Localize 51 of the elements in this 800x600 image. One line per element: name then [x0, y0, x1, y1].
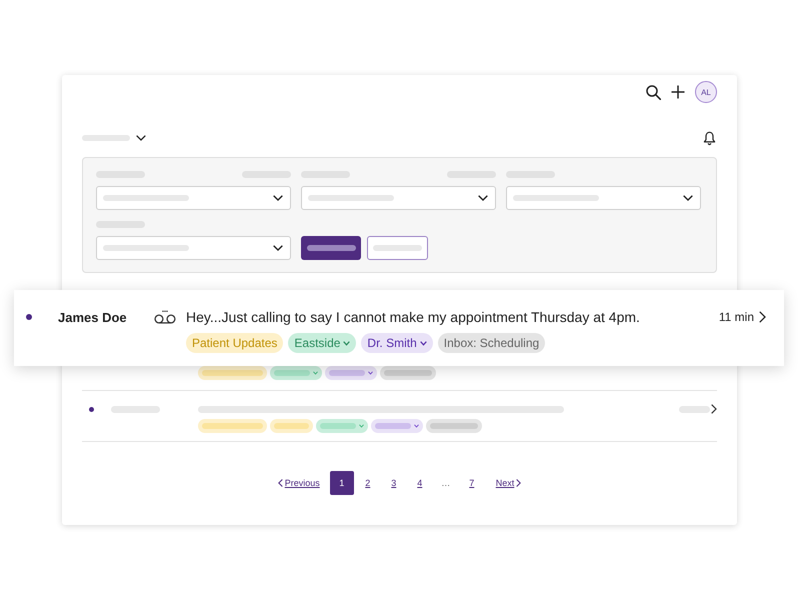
chevron-down-icon: [359, 424, 364, 428]
chevron-right-icon[interactable]: [711, 404, 717, 414]
skeleton-line: [679, 406, 710, 412]
message-tag: Patient Updates: [186, 333, 284, 353]
skeleton-line: [274, 423, 309, 429]
search-icon[interactable]: [646, 84, 661, 100]
chevron-down-icon: [313, 371, 318, 375]
chevron-down-icon: [414, 424, 419, 428]
skeleton-line: [375, 423, 411, 429]
chevron-down-icon: [420, 340, 427, 346]
dropdown-field[interactable]: [96, 236, 291, 260]
filled-button[interactable]: [301, 236, 361, 260]
message-tag: Inbox: Scheduling: [438, 333, 546, 353]
page-ellipsis: …: [440, 477, 452, 490]
message-preview: Hey...Just calling to say I cannot make my appointment Thursday at 4pm.: [186, 308, 640, 327]
skeleton-line: [320, 423, 356, 429]
page-button[interactable]: 7: [460, 471, 484, 495]
skeleton-line: [274, 370, 310, 376]
skeleton-line: [329, 370, 365, 376]
plus-icon[interactable]: [671, 85, 685, 99]
skeleton-line: [384, 370, 432, 376]
page-button[interactable]: 2: [356, 471, 380, 495]
voicemail-icon: [154, 310, 176, 324]
skeleton-line: [202, 423, 263, 429]
chevron-right-icon: [516, 479, 522, 487]
dropdown-field[interactable]: [96, 186, 291, 210]
page-button[interactable]: 4: [408, 471, 432, 495]
skeleton-line: [202, 370, 263, 376]
chevron-down-icon: [343, 340, 350, 346]
tag-dropdown[interactable]: Dr. Smith: [361, 333, 433, 353]
chevron-down-icon[interactable]: [136, 135, 146, 141]
bell-icon[interactable]: [703, 130, 716, 146]
next-link[interactable]: Next: [496, 478, 522, 488]
chevron-down-icon: [273, 195, 283, 201]
user-avatar[interactable]: AL: [695, 81, 717, 103]
dropdown-field[interactable]: [301, 186, 496, 210]
chevron-down-icon: [478, 195, 488, 201]
page-button[interactable]: 1: [330, 471, 354, 495]
chevron-right-icon[interactable]: [759, 311, 766, 323]
chevron-down-icon: [683, 195, 693, 201]
page-button[interactable]: 3: [382, 471, 406, 495]
chevron-down-icon: [368, 371, 373, 375]
outlined-button[interactable]: [367, 236, 428, 260]
dropdown-field[interactable]: [506, 186, 701, 210]
chevron-left-icon: [278, 479, 283, 487]
chevron-down-icon: [273, 245, 283, 251]
skeleton-line: [306, 245, 356, 251]
timestamp: 11 min: [718, 310, 754, 324]
previous-link[interactable]: Previous: [278, 478, 320, 488]
sender-name: James Doe: [58, 310, 127, 324]
message-card[interactable]: James Doe Hey...Just calling to say I cannot make my appointment Thursday at 4pm. Patient Updates Eastside Dr. Smith Inbox: Scheduling 11 min: [14, 290, 784, 366]
